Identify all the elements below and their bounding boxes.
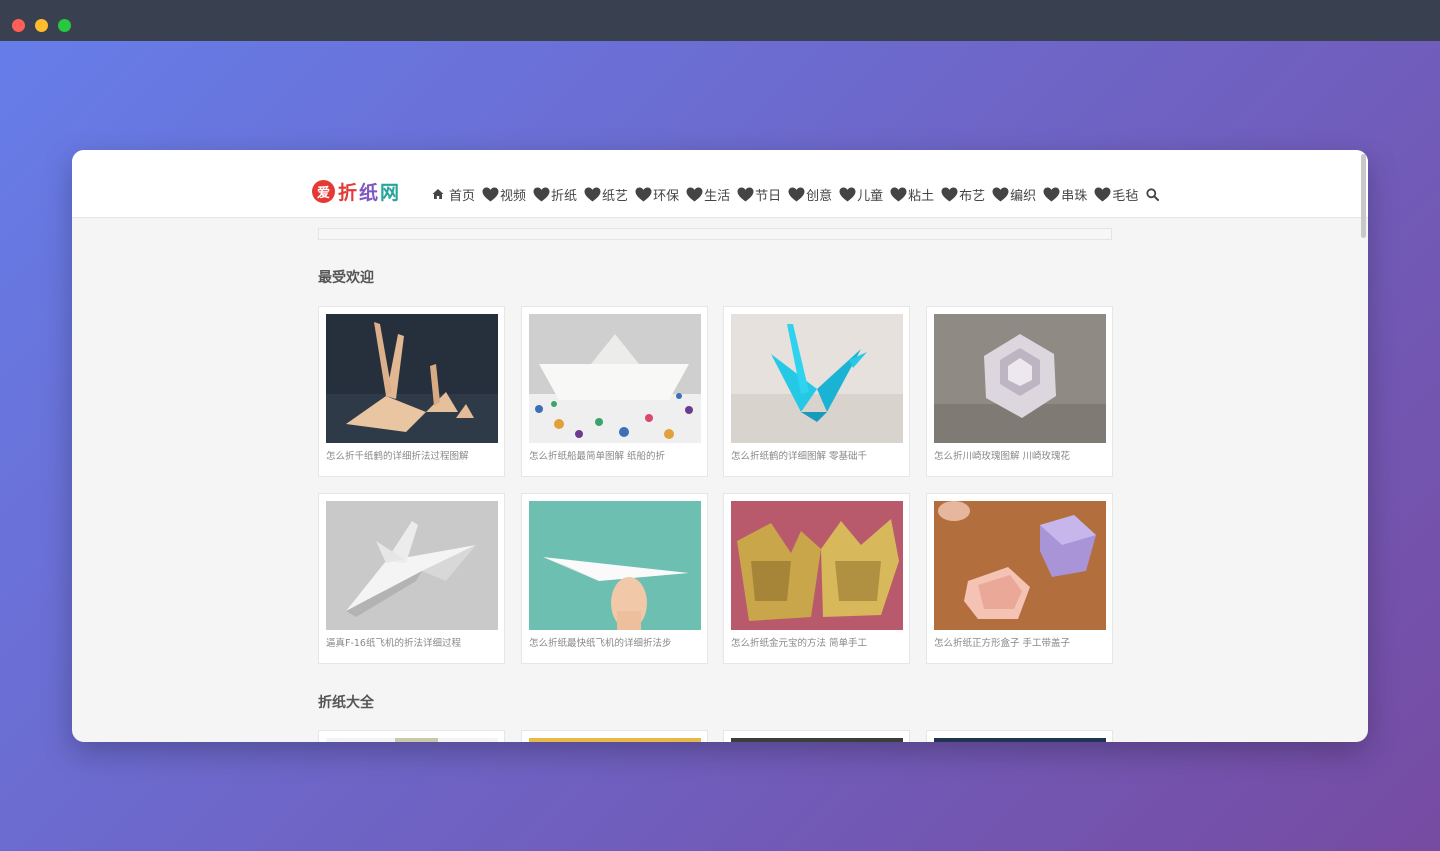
scrollbar[interactable] <box>1358 150 1368 742</box>
nav-label: 布艺 <box>959 188 986 204</box>
nav-label: 儿童 <box>857 188 884 204</box>
nav-item-origami[interactable]: 折纸 <box>533 185 577 204</box>
heart-icon <box>635 187 652 201</box>
heart-icon <box>584 187 601 201</box>
nav-item-eco[interactable]: 环保 <box>635 185 679 204</box>
article-thumbnail[interactable] <box>326 314 498 443</box>
nav-item-life[interactable]: 生活 <box>686 185 730 204</box>
article-title[interactable]: 怎么折川崎玫瑰图解 川崎玫瑰花 <box>934 448 1106 462</box>
site-logo[interactable]: 爱 折纸网 <box>312 179 402 204</box>
article-thumbnail[interactable] <box>934 501 1106 630</box>
article-card[interactable]: 怎么折川崎玫瑰图解 川崎玫瑰花 <box>926 306 1113 477</box>
article-thumbnail[interactable] <box>529 501 701 630</box>
nav-label: 串珠 <box>1061 188 1088 204</box>
nav-item-felt[interactable]: 毛毡 <box>1094 185 1138 204</box>
heart-icon <box>992 187 1009 201</box>
heart-icon <box>1043 187 1060 201</box>
nav-item-clay[interactable]: 粘土 <box>890 185 934 204</box>
nav-item-kids[interactable]: 儿童 <box>839 185 883 204</box>
heart-icon <box>482 187 499 201</box>
heart-icon <box>737 187 754 201</box>
article-thumbnail[interactable] <box>326 738 498 742</box>
nav-item-home[interactable]: 首页 <box>432 185 475 204</box>
main-nav: 首页 视频 折纸 纸艺 环保 生活 节日 创意 儿童 粘土 布艺 编织 串珠 毛… <box>432 184 1160 204</box>
heart-icon <box>839 187 856 201</box>
heart-icon <box>1094 187 1111 201</box>
nav-item-festival[interactable]: 节日 <box>737 185 781 204</box>
article-card[interactable]: 怎么折纸鹤的详细图解 零基础千 <box>723 306 910 477</box>
nav-label: 节日 <box>755 188 782 204</box>
banner-placeholder <box>318 228 1112 240</box>
browser-window: 爱 折纸网 首页 视频 折纸 纸艺 环保 生活 节日 创意 儿童 粘土 布艺 编… <box>72 150 1368 742</box>
article-card[interactable] <box>926 730 1113 742</box>
article-card[interactable]: 怎么折千纸鹤的详细折法过程图解 <box>318 306 505 477</box>
nav-item-paper-art[interactable]: 纸艺 <box>584 185 628 204</box>
nav-label: 毛毡 <box>1112 188 1139 204</box>
window-titlebar <box>0 0 1440 41</box>
article-card[interactable] <box>521 730 708 742</box>
nav-item-knit[interactable]: 编织 <box>992 185 1036 204</box>
article-card[interactable] <box>723 730 910 742</box>
article-card[interactable]: 逼真F-16纸飞机的折法详细过程 <box>318 493 505 664</box>
article-thumbnail[interactable] <box>731 314 903 443</box>
article-card[interactable]: 怎么折纸金元宝的方法 简单手工 <box>723 493 910 664</box>
nav-label: 折纸 <box>551 188 578 204</box>
article-thumbnail[interactable] <box>731 501 903 630</box>
article-title[interactable]: 怎么折纸船最简单图解 纸船的折 <box>529 448 701 462</box>
site-header: 爱 折纸网 首页 视频 折纸 纸艺 环保 生活 节日 创意 儿童 粘土 布艺 编… <box>72 150 1368 218</box>
logo-text: 折纸网 <box>338 181 402 204</box>
close-window-button[interactable] <box>12 19 25 32</box>
article-card[interactable] <box>318 730 505 742</box>
maximize-window-button[interactable] <box>58 19 71 32</box>
article-title[interactable]: 怎么折纸鹤的详细图解 零基础千 <box>731 448 903 462</box>
article-thumbnail[interactable] <box>934 314 1106 443</box>
logo-badge: 爱 <box>312 179 335 203</box>
article-card[interactable]: 怎么折纸最快纸飞机的详细折法步 <box>521 493 708 664</box>
heart-icon <box>941 187 958 201</box>
nav-label: 创意 <box>806 188 833 204</box>
article-thumbnail[interactable] <box>934 738 1106 742</box>
nav-item-fabric[interactable]: 布艺 <box>941 185 985 204</box>
nav-label: 生活 <box>704 188 731 204</box>
minimize-window-button[interactable] <box>35 19 48 32</box>
article-card[interactable]: 怎么折纸船最简单图解 纸船的折 <box>521 306 708 477</box>
nav-label: 编织 <box>1010 188 1037 204</box>
article-thumbnail[interactable] <box>529 738 701 742</box>
section-title-all: 折纸大全 <box>318 695 374 711</box>
article-thumbnail[interactable] <box>529 314 701 443</box>
article-title[interactable]: 怎么折纸最快纸飞机的详细折法步 <box>529 635 701 649</box>
nav-item-beads[interactable]: 串珠 <box>1043 185 1087 204</box>
article-title[interactable]: 怎么折千纸鹤的详细折法过程图解 <box>326 448 498 462</box>
article-title[interactable]: 怎么折纸正方形盒子 手工带盖子 <box>934 635 1106 649</box>
nav-item-creative[interactable]: 创意 <box>788 185 832 204</box>
article-title[interactable]: 逼真F-16纸飞机的折法详细过程 <box>326 635 498 649</box>
nav-label-home: 首页 <box>449 188 476 204</box>
search-icon[interactable] <box>1146 187 1160 201</box>
heart-icon <box>686 187 703 201</box>
heart-icon <box>788 187 805 201</box>
article-card[interactable]: 怎么折纸正方形盒子 手工带盖子 <box>926 493 1113 664</box>
nav-label: 视频 <box>500 188 527 204</box>
heart-icon <box>533 187 550 201</box>
nav-item-video[interactable]: 视频 <box>482 185 526 204</box>
article-thumbnail[interactable] <box>326 501 498 630</box>
heart-icon <box>890 187 907 201</box>
nav-label: 环保 <box>653 188 680 204</box>
article-title[interactable]: 怎么折纸金元宝的方法 简单手工 <box>731 635 903 649</box>
scrollbar-thumb[interactable] <box>1361 154 1366 238</box>
home-icon <box>432 189 444 199</box>
article-thumbnail[interactable] <box>731 738 903 742</box>
section-title-popular: 最受欢迎 <box>318 270 374 286</box>
nav-label: 纸艺 <box>602 188 629 204</box>
nav-label: 粘土 <box>908 188 935 204</box>
